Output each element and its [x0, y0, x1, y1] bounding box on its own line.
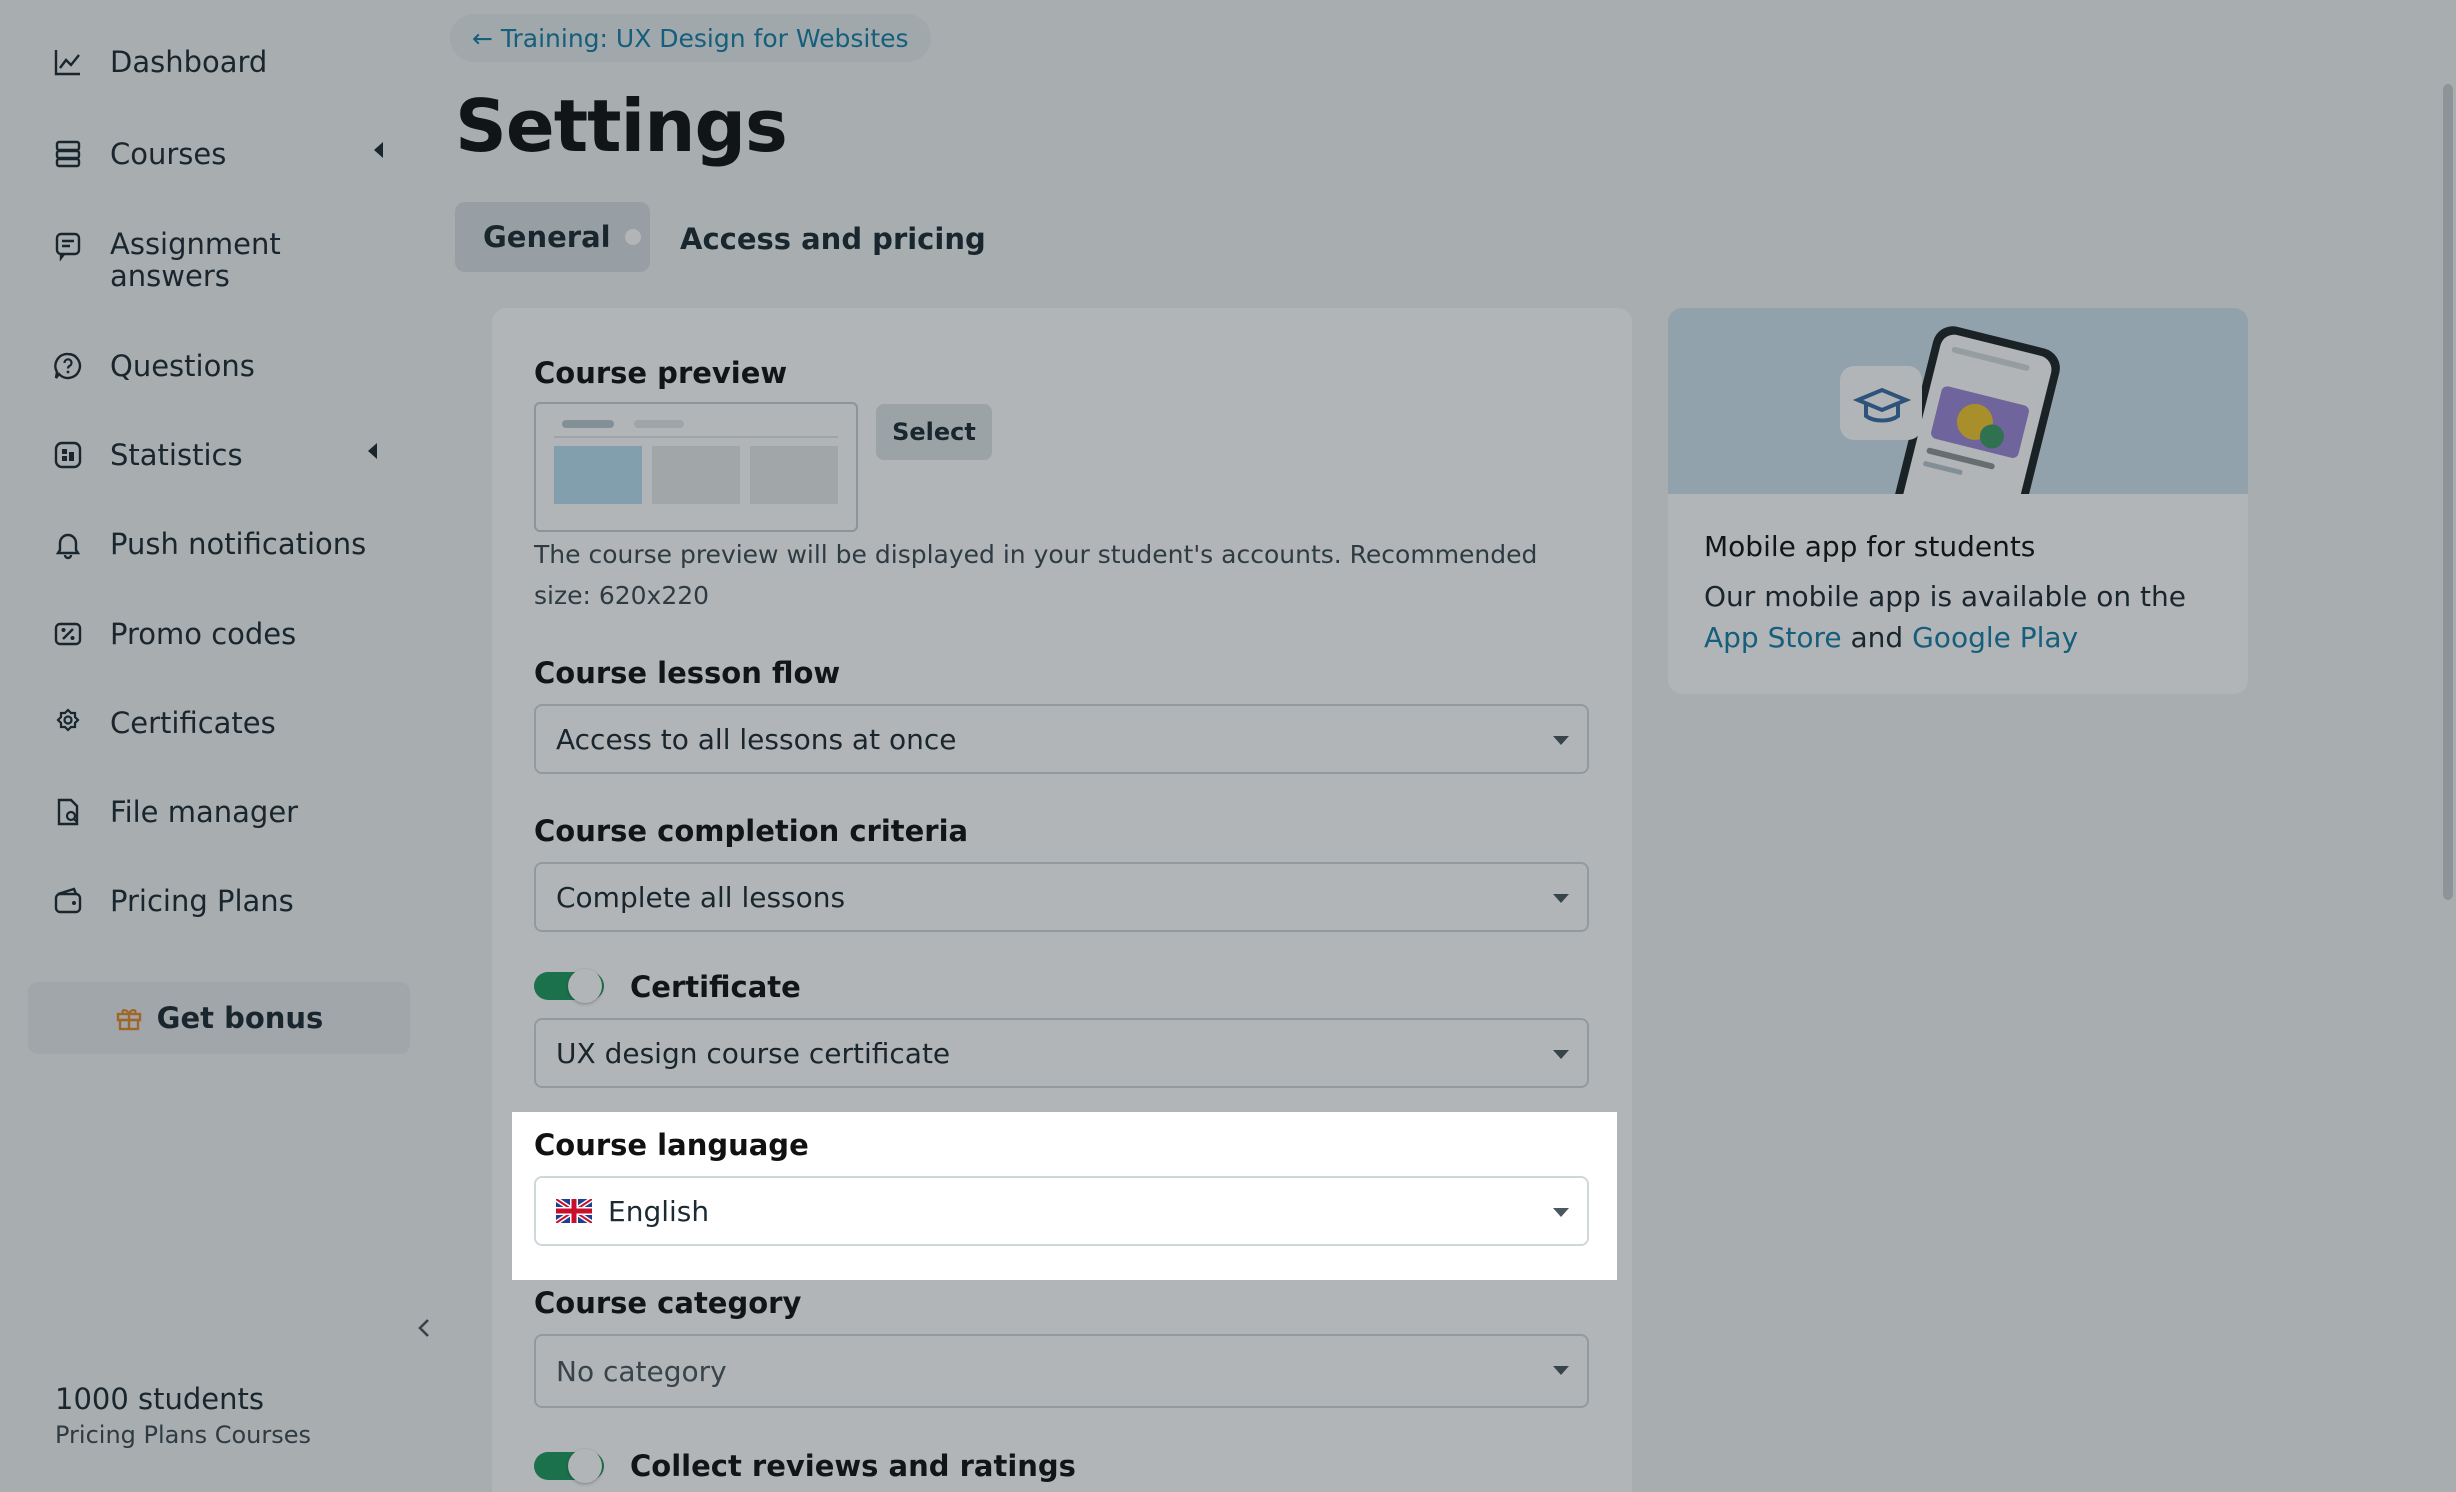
reviews-label: Collect reviews and ratings	[630, 1449, 1076, 1483]
question-icon	[50, 348, 86, 384]
lesson-flow-select[interactable]: Access to all lessons at once	[534, 704, 1589, 774]
chevron-down-icon	[1553, 736, 1569, 745]
lesson-flow-value: Access to all lessons at once	[556, 722, 957, 756]
completion-criteria-select[interactable]: Complete all lessons	[534, 862, 1589, 932]
sidebar-item-label: File manager	[110, 795, 299, 829]
sidebar-item-label: Courses	[110, 137, 227, 171]
tab-access-and-pricing[interactable]: Access and pricing	[680, 222, 986, 256]
completion-criteria-value: Complete all lessons	[556, 880, 846, 914]
bell-icon	[50, 526, 86, 562]
certificate-toggle[interactable]	[534, 969, 604, 1003]
course-language-select[interactable]: English	[534, 1176, 1589, 1246]
course-category-select[interactable]: No category	[534, 1334, 1589, 1408]
page-title: Settings	[455, 84, 788, 168]
student-count: 1000 students	[55, 1382, 264, 1416]
select-preview-button[interactable]: Select	[876, 404, 992, 460]
preview-hint: The course preview will be displayed in …	[534, 540, 1538, 610]
sidebar-item-promo-codes[interactable]: Promo codes	[50, 616, 296, 652]
course-preview-thumbnail	[534, 402, 858, 532]
sidebar-item-questions[interactable]: Questions	[50, 348, 255, 384]
sidebar-item-assignment-answers[interactable]: Assignment answers	[50, 228, 281, 292]
unsaved-dot-icon	[624, 229, 641, 245]
stack-icon	[50, 136, 86, 172]
get-bonus-label: Get bonus	[156, 1001, 324, 1035]
reviews-toggle[interactable]	[534, 1449, 604, 1483]
statistics-icon	[50, 437, 86, 473]
get-bonus-button[interactable]: Get bonus	[28, 982, 410, 1054]
sidebar-item-label: Dashboard	[110, 45, 268, 79]
google-play-link[interactable]: Google Play	[1912, 621, 2078, 654]
promo-text: Our mobile app is available on the App S…	[1704, 580, 2186, 654]
pricing-plan-name[interactable]: Pricing Plans Courses	[55, 1421, 311, 1449]
course-preview-title: Course preview	[534, 356, 788, 390]
certificate-label: Certificate	[630, 970, 801, 1004]
sidebar-item-label: Pricing Plans	[110, 884, 294, 918]
sidebar-item-label: Certificates	[110, 706, 276, 740]
caret-left-icon[interactable]	[368, 443, 377, 459]
file-icon	[50, 794, 86, 830]
completion-criteria-title: Course completion criteria	[534, 814, 969, 848]
back-link[interactable]: ← Training: UX Design for Websites	[450, 14, 931, 62]
sidebar-item-push-notifications[interactable]: Push notifications	[50, 526, 366, 562]
collapse-sidebar-icon[interactable]	[412, 1312, 436, 1344]
scrollbar-thumb[interactable]	[2443, 84, 2453, 900]
sidebar-item-label: Assignment	[110, 227, 281, 261]
app-store-link[interactable]: App Store	[1704, 621, 1842, 654]
app-window: Dashboard Courses Assignment answers Que…	[0, 0, 2456, 1492]
tab-label: General	[483, 220, 611, 254]
sidebar-item-label-line2: answers	[110, 259, 230, 293]
sidebar: Dashboard Courses Assignment answers Que…	[0, 0, 440, 1492]
caret-left-icon[interactable]	[374, 142, 383, 158]
course-category-value: No category	[556, 1354, 727, 1388]
chevron-down-icon	[1553, 1050, 1569, 1059]
sidebar-item-label: Questions	[110, 349, 255, 383]
chevron-down-icon	[1553, 1208, 1569, 1217]
course-language-title: Course language	[534, 1128, 809, 1162]
gift-icon	[116, 1009, 141, 1031]
chevron-down-icon	[1553, 1366, 1569, 1375]
certificate-select[interactable]: UX design course certificate	[534, 1018, 1589, 1088]
assignment-icon	[50, 228, 86, 264]
sidebar-item-label: Promo codes	[110, 617, 297, 651]
course-category-title: Course category	[534, 1286, 802, 1320]
certificate-icon	[50, 705, 86, 741]
sidebar-item-label: Statistics	[110, 438, 243, 472]
sidebar-item-label: Push notifications	[110, 527, 367, 561]
chart-line-icon	[50, 44, 86, 80]
sidebar-item-pricing-plans[interactable]: Pricing Plans	[50, 883, 294, 919]
page-scrollbar[interactable]	[2440, 0, 2456, 1492]
sidebar-item-statistics[interactable]: Statistics	[50, 437, 377, 473]
uk-flag-icon	[556, 1199, 592, 1223]
chevron-down-icon	[1553, 894, 1569, 903]
course-language-value: English	[608, 1194, 710, 1228]
promo-icon	[50, 616, 86, 652]
wallet-icon	[50, 883, 86, 919]
tab-general[interactable]: General	[455, 202, 650, 272]
certificate-value: UX design course certificate	[556, 1036, 951, 1070]
sidebar-item-dashboard[interactable]: Dashboard	[50, 44, 267, 80]
promo-title: Mobile app for students	[1704, 530, 2036, 563]
sidebar-item-courses[interactable]: Courses	[50, 136, 383, 172]
mobile-app-illustration	[1668, 308, 2248, 494]
sidebar-item-certificates[interactable]: Certificates	[50, 705, 276, 741]
sidebar-item-file-manager[interactable]: File manager	[50, 794, 298, 830]
lesson-flow-title: Course lesson flow	[534, 656, 841, 690]
